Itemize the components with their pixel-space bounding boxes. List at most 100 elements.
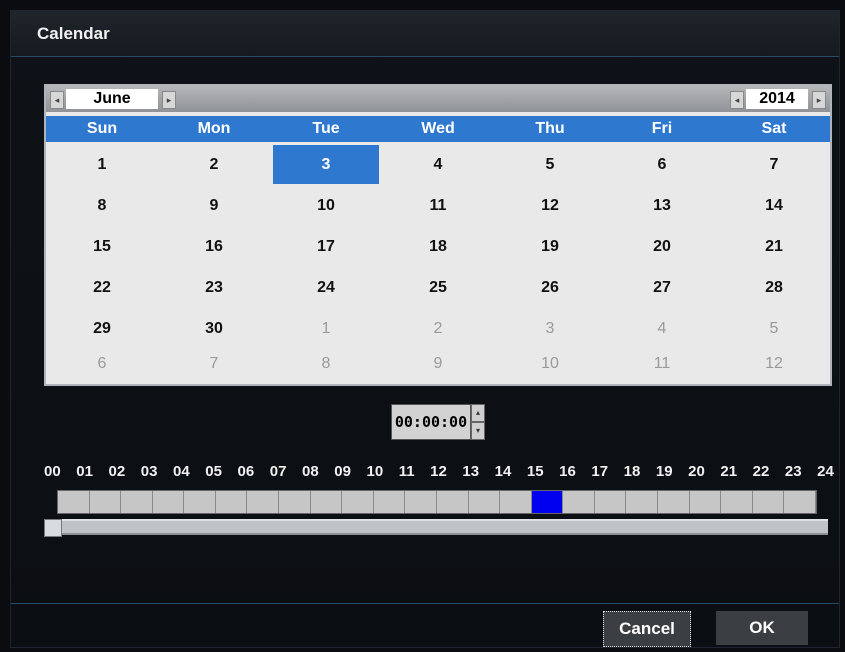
day-cell[interactable]: 10 [270, 185, 382, 226]
timeline-slot[interactable] [373, 491, 406, 513]
weekday-wed: Wed [421, 120, 455, 137]
day-cell[interactable]: 29 [46, 308, 158, 349]
month-display[interactable]: June [66, 89, 158, 109]
timeline-slot[interactable] [784, 491, 816, 513]
time-up-button[interactable]: ▴ [471, 404, 485, 422]
hour-label: 05 [205, 463, 222, 480]
day-cell[interactable]: 6 [606, 144, 718, 185]
day-cell[interactable]: 21 [718, 226, 830, 267]
day-cell[interactable]: 12 [718, 349, 830, 371]
next-year-button[interactable]: ▸ [812, 91, 826, 109]
day-cell[interactable]: 6 [46, 349, 158, 371]
timeline-slot[interactable] [500, 491, 532, 513]
day-cell[interactable]: 15 [46, 226, 158, 267]
timeline-slot[interactable] [594, 491, 627, 513]
prev-year-button[interactable]: ◂ [730, 91, 744, 109]
day-cell[interactable]: 11 [382, 185, 494, 226]
timeline-slot[interactable] [184, 491, 216, 513]
day-cell[interactable]: 12 [494, 185, 606, 226]
day-number: 5 [769, 320, 779, 337]
title-bar: Calendar [11, 11, 839, 57]
timeline-slot[interactable] [58, 491, 90, 513]
footer-divider [11, 603, 839, 604]
day-cell[interactable]: 5 [718, 308, 830, 349]
day-number: 4 [657, 320, 667, 337]
timeline-slot[interactable] [215, 491, 248, 513]
timeline-slot[interactable] [436, 491, 469, 513]
day-cell[interactable]: 30 [158, 308, 270, 349]
timeline-slot[interactable] [721, 491, 753, 513]
day-cell[interactable]: 3 [494, 308, 606, 349]
day-cell[interactable]: 19 [494, 226, 606, 267]
day-cell[interactable]: 4 [606, 308, 718, 349]
timeline-slot[interactable] [657, 491, 690, 513]
cancel-button[interactable]: Cancel [603, 611, 691, 647]
day-number: 26 [541, 279, 559, 296]
day-number: 10 [317, 197, 335, 214]
day-cell[interactable]: 8 [46, 185, 158, 226]
day-number: 24 [317, 279, 335, 296]
scrollbar-thumb[interactable] [44, 519, 62, 537]
day-cell[interactable]: 26 [494, 267, 606, 308]
year-display[interactable]: 2014 [746, 89, 808, 109]
ok-button[interactable]: OK [716, 611, 808, 645]
day-cell[interactable]: 7 [158, 349, 270, 371]
time-down-button[interactable]: ▾ [471, 422, 485, 440]
timeline-scrollbar[interactable] [44, 519, 828, 537]
timeline-slot[interactable] [342, 491, 374, 513]
day-cell[interactable]: 1 [270, 308, 382, 349]
day-cell[interactable]: 16 [158, 226, 270, 267]
day-cell[interactable]: 22 [46, 267, 158, 308]
timeline-slot[interactable] [247, 491, 280, 513]
timeline-slot[interactable] [563, 491, 595, 513]
day-cell[interactable]: 9 [382, 349, 494, 371]
timeline-slot[interactable] [310, 491, 343, 513]
day-cell[interactable]: 18 [382, 226, 494, 267]
day-cell[interactable]: 17 [270, 226, 382, 267]
timeline-slot[interactable] [752, 491, 785, 513]
calendar-week-row: 29 30 1 2 3 4 5 [46, 308, 830, 349]
timeline-slot[interactable] [152, 491, 185, 513]
day-cell[interactable]: 11 [606, 349, 718, 371]
day-number: 18 [429, 238, 447, 255]
timeline-slot[interactable] [121, 491, 153, 513]
day-cell[interactable]: 14 [718, 185, 830, 226]
timeline-slot[interactable] [468, 491, 501, 513]
day-cell[interactable]: 5 [494, 144, 606, 185]
day-number: 15 [93, 238, 111, 255]
day-number: 29 [93, 320, 111, 337]
day-cell[interactable]: 10 [494, 349, 606, 371]
day-number: 6 [97, 355, 107, 371]
timeline-slot[interactable] [89, 491, 122, 513]
day-number: 1 [97, 156, 107, 173]
day-cell[interactable]: 1 [46, 144, 158, 185]
day-cell[interactable]: 9 [158, 185, 270, 226]
hour-label: 00 [44, 463, 61, 480]
day-number: 6 [657, 156, 667, 173]
prev-month-button[interactable]: ◂ [50, 91, 64, 109]
hour-label: 01 [76, 463, 93, 480]
day-cell[interactable]: 7 [718, 144, 830, 185]
day-cell[interactable]: 23 [158, 267, 270, 308]
day-cell[interactable]: 13 [606, 185, 718, 226]
timeline-slot[interactable] [626, 491, 658, 513]
hour-label: 19 [655, 463, 673, 480]
weekday-mon: Mon [197, 120, 231, 137]
day-cell[interactable]: 8 [270, 349, 382, 371]
timeline-slot[interactable] [689, 491, 722, 513]
day-cell[interactable]: 20 [606, 226, 718, 267]
day-cell[interactable]: 24 [270, 267, 382, 308]
day-cell[interactable]: 2 [158, 144, 270, 185]
day-cell[interactable]: 28 [718, 267, 830, 308]
time-input[interactable]: 00:00:00 [391, 404, 471, 440]
selected-day-cell[interactable]: 3 [270, 144, 382, 185]
timeline-slot[interactable] [279, 491, 311, 513]
day-number: 3 [321, 156, 331, 173]
day-cell[interactable]: 27 [606, 267, 718, 308]
day-cell[interactable]: 4 [382, 144, 494, 185]
day-cell[interactable]: 25 [382, 267, 494, 308]
day-cell[interactable]: 2 [382, 308, 494, 349]
next-month-button[interactable]: ▸ [162, 91, 176, 109]
timeline-slot[interactable] [405, 491, 437, 513]
timeline-slot-recorded[interactable] [531, 491, 564, 513]
